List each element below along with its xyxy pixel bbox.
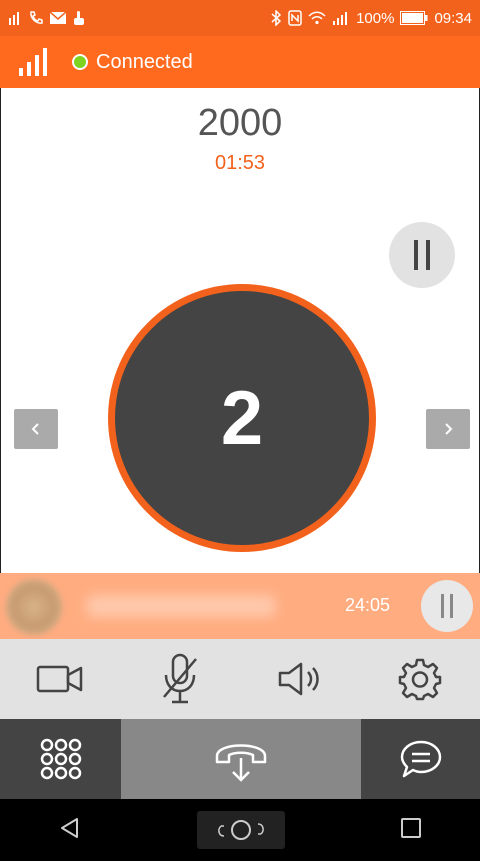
settings-button[interactable] (380, 639, 460, 719)
transfer-button[interactable] (121, 719, 361, 799)
video-button[interactable] (20, 639, 100, 719)
pause-icon (414, 240, 418, 270)
connection-status-label: Connected (96, 50, 193, 73)
nfc-icon (288, 10, 302, 26)
status-right: 100% 09:34 (270, 10, 472, 27)
line-indicator[interactable]: 2 (108, 284, 376, 552)
held-call-duration: 24:05 (345, 595, 391, 615)
active-call-panel: 2000 01:53 2 (0, 88, 480, 573)
status-bar: 100% 09:34 (0, 0, 480, 36)
battery-percent: 100% (356, 9, 395, 27)
home-icon (218, 820, 264, 840)
avatar (6, 579, 62, 635)
chat-button[interactable] (361, 719, 480, 799)
bluetooth-icon (270, 10, 282, 26)
bottom-action-bar (0, 719, 480, 799)
mic-off-icon (163, 653, 197, 704)
previous-line-button[interactable] (14, 409, 58, 449)
next-line-button[interactable] (426, 409, 470, 449)
status-left (8, 10, 86, 26)
transfer-call-icon (215, 744, 267, 782)
chevron-left-icon (31, 423, 39, 435)
mail-icon (50, 12, 66, 24)
wifi-icon (308, 11, 326, 25)
call-timer: 01:53 (214, 152, 266, 174)
app-bar: Connected (0, 36, 480, 88)
back-icon (60, 817, 78, 838)
keypad-icon (40, 738, 81, 780)
system-nav-bar (0, 799, 480, 861)
mute-button[interactable] (140, 639, 220, 719)
connection-status-dot (72, 54, 88, 70)
registration-signal-icon (19, 48, 47, 76)
chevron-right-icon (445, 423, 453, 435)
back-button[interactable] (58, 816, 82, 845)
speaker-button[interactable] (260, 639, 340, 719)
gear-icon (398, 658, 442, 701)
held-call-resume-button[interactable] (421, 580, 473, 632)
recents-icon (401, 817, 422, 838)
touch-icon (72, 10, 86, 26)
cell-signal-icon (332, 11, 350, 25)
battery-icon (400, 11, 428, 25)
hold-button[interactable] (389, 222, 455, 288)
keypad-button[interactable] (0, 719, 121, 799)
clock: 09:34 (434, 9, 472, 27)
recents-button[interactable] (400, 817, 422, 844)
chat-icon (400, 740, 441, 778)
call-number: 2000 (197, 102, 283, 144)
pause-icon (441, 594, 444, 618)
held-call-name-blurred (86, 595, 276, 617)
line-number: 2 (220, 375, 264, 461)
video-camera-icon (36, 665, 83, 693)
call-controls (0, 639, 480, 719)
home-button[interactable] (196, 811, 285, 849)
phone-icon (28, 10, 44, 26)
speaker-icon (278, 662, 319, 696)
held-call-row[interactable]: 24:05 (0, 573, 480, 639)
signal-bars-icon (8, 11, 22, 25)
